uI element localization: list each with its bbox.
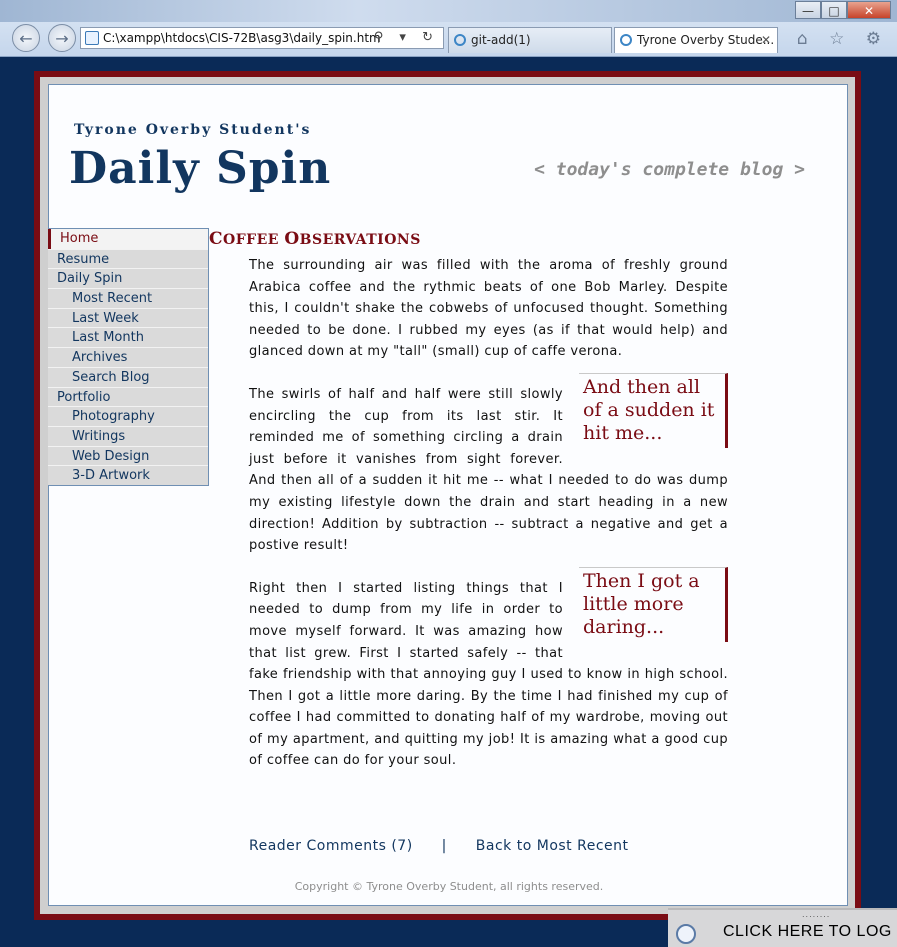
- tab-label: git-add(1): [471, 33, 531, 47]
- nav-item-daily-spin[interactable]: Daily Spin: [48, 268, 208, 288]
- article-body: The surrounding air was filled with the …: [249, 255, 728, 793]
- close-tab-icon[interactable]: ✕: [761, 28, 771, 52]
- minimize-button[interactable]: —: [795, 1, 821, 19]
- nav-item-home[interactable]: Home: [48, 229, 208, 249]
- address-bar[interactable]: C:\xampp\htdocs\CIS-72B\asg3\daily_spin.…: [80, 27, 444, 49]
- nav-item-writings[interactable]: Writings: [48, 425, 208, 446]
- title-bar: [0, 0, 897, 22]
- site-tagline: < today's complete blog >: [534, 159, 805, 180]
- nav-item-web-design[interactable]: Web Design: [48, 445, 208, 466]
- login-overlay[interactable]: ........ CLICK HERE TO LOG: [668, 908, 897, 947]
- nav-item-portfolio[interactable]: Portfolio: [48, 386, 208, 407]
- nav-item-archives[interactable]: Archives: [48, 347, 208, 367]
- pull-quote-1: And then all of a sudden it hit me...: [579, 372, 728, 448]
- drag-grip[interactable]: ........: [802, 910, 830, 919]
- nav-item-resume[interactable]: Resume: [48, 248, 208, 269]
- site-title: Daily Spin: [69, 143, 332, 194]
- close-button[interactable]: ✕: [847, 1, 891, 19]
- login-text[interactable]: CLICK HERE TO LOG: [723, 923, 892, 941]
- heading-rest: OFFEE: [223, 232, 285, 248]
- heading-rest-2: BSERVATIONS: [299, 232, 421, 248]
- home-favorites-settings-icons[interactable]: ⌂ ☆ ⚙: [797, 29, 889, 49]
- heading-initial: C: [209, 229, 224, 249]
- browser-toolbar: — □ ✕ ← → C:\xampp\htdocs\CIS-72B\asg3\d…: [0, 0, 897, 57]
- window-controls: — □ ✕: [795, 1, 891, 19]
- link-separator: |: [441, 838, 447, 854]
- back-to-most-recent-link[interactable]: Back to Most Recent: [476, 838, 629, 854]
- paragraph-1: The surrounding air was filled with the …: [249, 258, 728, 360]
- article-heading: COFFEE OBSERVATIONS: [209, 229, 421, 249]
- sidebar-nav: Home Resume Daily Spin Most Recent Last …: [48, 228, 209, 486]
- tab-git-add[interactable]: git-add(1): [448, 27, 612, 53]
- nav-item-photography[interactable]: Photography: [48, 406, 208, 426]
- nav-item-last-month[interactable]: Last Month: [48, 327, 208, 347]
- maximize-button[interactable]: □: [821, 1, 847, 19]
- site-owner: Tyrone Overby Student's: [74, 122, 312, 138]
- address-tools-icons[interactable]: ⚲ ▾ ↻: [374, 28, 439, 48]
- tab-label: Tyrone Overby Stude...: [637, 33, 775, 47]
- ie-icon: [620, 34, 632, 46]
- stopwatch-icon: [676, 924, 696, 944]
- heading-initial-2: O: [284, 229, 300, 249]
- reader-comments-link[interactable]: Reader Comments (7): [249, 838, 413, 854]
- pull-quote-2: Then I got a little more daring...: [579, 566, 728, 642]
- nav-item-3d-artwork[interactable]: 3-D Artwork: [48, 465, 208, 485]
- article-links: Reader Comments (7) | Back to Most Recen…: [249, 838, 653, 854]
- back-button[interactable]: ←: [12, 24, 40, 52]
- address-url[interactable]: C:\xampp\htdocs\CIS-72B\asg3\daily_spin.…: [103, 28, 381, 48]
- tab-daily-spin[interactable]: Tyrone Overby Stude... ✕: [614, 27, 778, 53]
- page-icon: [85, 31, 99, 45]
- ie-icon: [454, 34, 466, 46]
- nav-item-search-blog[interactable]: Search Blog: [48, 366, 208, 387]
- nav-item-last-week[interactable]: Last Week: [48, 307, 208, 328]
- page-container: Tyrone Overby Student's Daily Spin < tod…: [48, 84, 848, 906]
- nav-item-most-recent[interactable]: Most Recent: [48, 288, 208, 308]
- forward-button[interactable]: →: [48, 24, 76, 52]
- copyright-notice: Copyright © Tyrone Overby Student, all r…: [294, 880, 604, 893]
